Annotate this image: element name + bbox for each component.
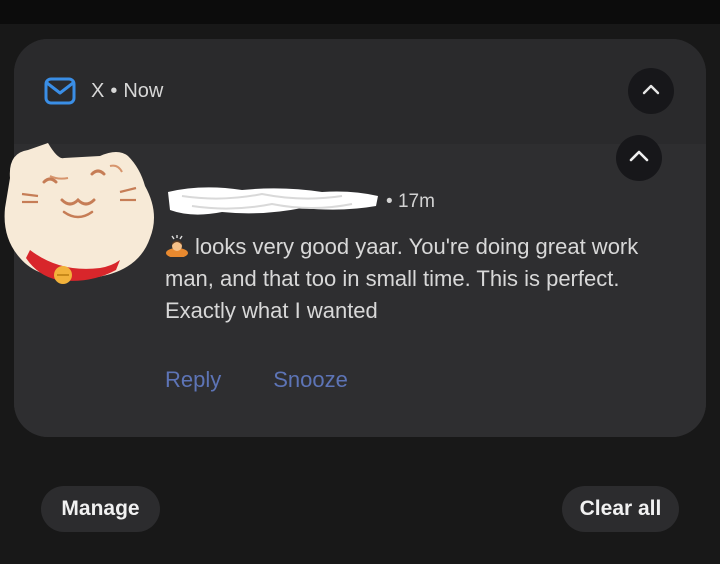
chevron-up-icon [642, 82, 660, 100]
sender-meta: • 17m [386, 191, 435, 213]
redacted-sender-name [162, 182, 382, 222]
person-bowing-emoji [165, 234, 191, 258]
chevron-up-icon [629, 149, 649, 167]
shade-top-bar [0, 0, 720, 24]
mail-envelope-icon [44, 77, 76, 105]
sender-time: 17m [397, 191, 435, 212]
header-time: Now [123, 80, 164, 102]
collapse-group-button[interactable] [628, 68, 674, 114]
message-body: looks very good yaar. You're doing great… [165, 234, 639, 323]
app-name: X [91, 80, 105, 102]
meta-separator-dot: • [386, 191, 393, 212]
sender-line: • 17m [162, 182, 435, 222]
reply-button[interactable]: Reply [165, 367, 221, 393]
notification-actions: Reply Snooze [165, 367, 348, 393]
clear-all-button[interactable]: Clear all [562, 486, 679, 532]
message-text: looks very good yaar. You're doing great… [165, 231, 665, 327]
separator-dot: • [110, 80, 118, 102]
snooze-button[interactable]: Snooze [273, 367, 348, 393]
collapse-notification-button[interactable] [616, 135, 662, 181]
notification-shade: X • Now • 17m looks very good yaar. You'… [0, 0, 720, 564]
manage-button[interactable]: Manage [41, 486, 160, 532]
avatar [0, 138, 165, 288]
header-app-time: X • Now [91, 80, 163, 103]
notification-header: X • Now [14, 39, 706, 144]
